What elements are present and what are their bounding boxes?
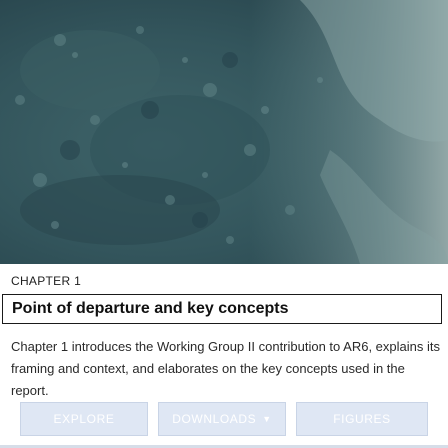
chevron-down-icon: ▼ xyxy=(262,414,272,424)
chapter-description: Chapter 1 introduces the Working Group I… xyxy=(11,339,440,398)
figures-label: FIGURES xyxy=(333,412,391,426)
downloads-button[interactable]: DOWNLOADS ▼ xyxy=(158,402,286,436)
downloads-label: DOWNLOADS xyxy=(172,412,257,426)
figures-button[interactable]: FIGURES xyxy=(296,402,428,436)
explore-button[interactable]: EXPLORE xyxy=(20,402,148,436)
reef-illustration xyxy=(0,0,448,264)
action-buttons: EXPLORE DOWNLOADS ▼ FIGURES xyxy=(20,402,430,442)
explore-label: EXPLORE xyxy=(53,412,115,426)
hero-image xyxy=(0,0,448,264)
chapter-eyebrow: CHAPTER 1 xyxy=(11,274,82,288)
chapter-card: CHAPTER 1 Point of departure and key con… xyxy=(0,0,448,448)
chapter-title-link[interactable]: Point of departure and key concepts xyxy=(2,294,442,324)
chapter-title: Point of departure and key concepts xyxy=(12,300,289,317)
